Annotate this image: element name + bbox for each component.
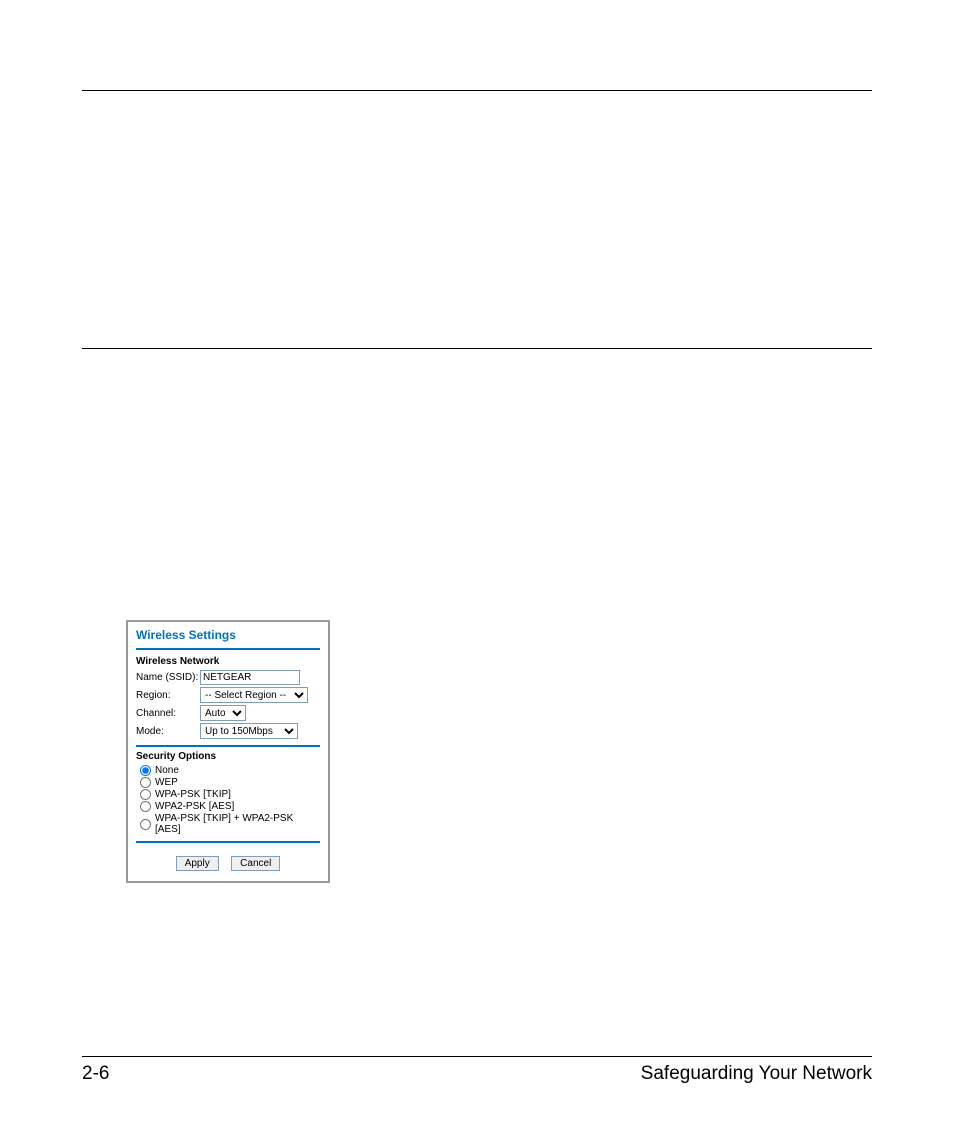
security-option-row[interactable]: WPA2-PSK [AES] xyxy=(140,801,320,812)
security-option-label: WPA-PSK [TKIP] xyxy=(155,789,231,800)
document-page: Wireless Settings Wireless Network Name … xyxy=(0,0,954,1145)
security-radio-wpa2-psk[interactable] xyxy=(140,801,151,812)
mode-select[interactable]: Up to 150Mbps xyxy=(200,723,298,739)
ssid-label: Name (SSID): xyxy=(136,672,200,683)
security-option-row[interactable]: WEP xyxy=(140,777,320,788)
mode-row: Mode: Up to 150Mbps xyxy=(136,723,320,739)
apply-button[interactable]: Apply xyxy=(176,856,219,871)
security-option-label: WPA2-PSK [AES] xyxy=(155,801,234,812)
security-option-row[interactable]: WPA-PSK [TKIP] + WPA2-PSK [AES] xyxy=(140,813,320,835)
channel-select[interactable]: Auto xyxy=(200,705,246,721)
mode-label: Mode: xyxy=(136,726,200,737)
security-radio-wep[interactable] xyxy=(140,777,151,788)
panel-buttons: Apply Cancel xyxy=(136,853,320,871)
wireless-settings-panel: Wireless Settings Wireless Network Name … xyxy=(126,620,330,883)
security-option-label: None xyxy=(155,765,179,776)
channel-row: Channel: Auto xyxy=(136,705,320,721)
panel-title: Wireless Settings xyxy=(136,628,320,648)
page-footer: 2-6 Safeguarding Your Network xyxy=(82,1048,872,1085)
security-radio-none[interactable] xyxy=(140,765,151,776)
security-radio-wpa-wpa2[interactable] xyxy=(140,819,151,830)
security-option-label: WPA-PSK [TKIP] + WPA2-PSK [AES] xyxy=(155,813,320,835)
upper-section-divider xyxy=(82,340,872,357)
section-separator xyxy=(136,841,320,843)
section-separator xyxy=(136,745,320,747)
region-row: Region: -- Select Region -- xyxy=(136,687,320,703)
security-option-row[interactable]: WPA-PSK [TKIP] xyxy=(140,789,320,800)
security-option-label: WEP xyxy=(155,777,178,788)
region-label: Region: xyxy=(136,690,200,701)
section-title: Safeguarding Your Network xyxy=(641,1063,872,1085)
top-horizontal-rule xyxy=(82,90,872,91)
security-radio-wpa-psk[interactable] xyxy=(140,789,151,800)
cancel-button[interactable]: Cancel xyxy=(231,856,280,871)
page-number: 2-6 xyxy=(82,1063,109,1085)
security-option-row[interactable]: None xyxy=(140,765,320,776)
wireless-settings-panel-wrap: Wireless Settings Wireless Network Name … xyxy=(126,620,330,883)
channel-label: Channel: xyxy=(136,708,200,719)
security-options-heading: Security Options xyxy=(136,751,320,762)
ssid-input[interactable] xyxy=(200,670,300,685)
section-separator xyxy=(136,648,320,650)
footer-rule xyxy=(82,1056,872,1057)
ssid-row: Name (SSID): xyxy=(136,670,320,685)
region-select[interactable]: -- Select Region -- xyxy=(200,687,308,703)
wireless-network-heading: Wireless Network xyxy=(136,656,320,667)
